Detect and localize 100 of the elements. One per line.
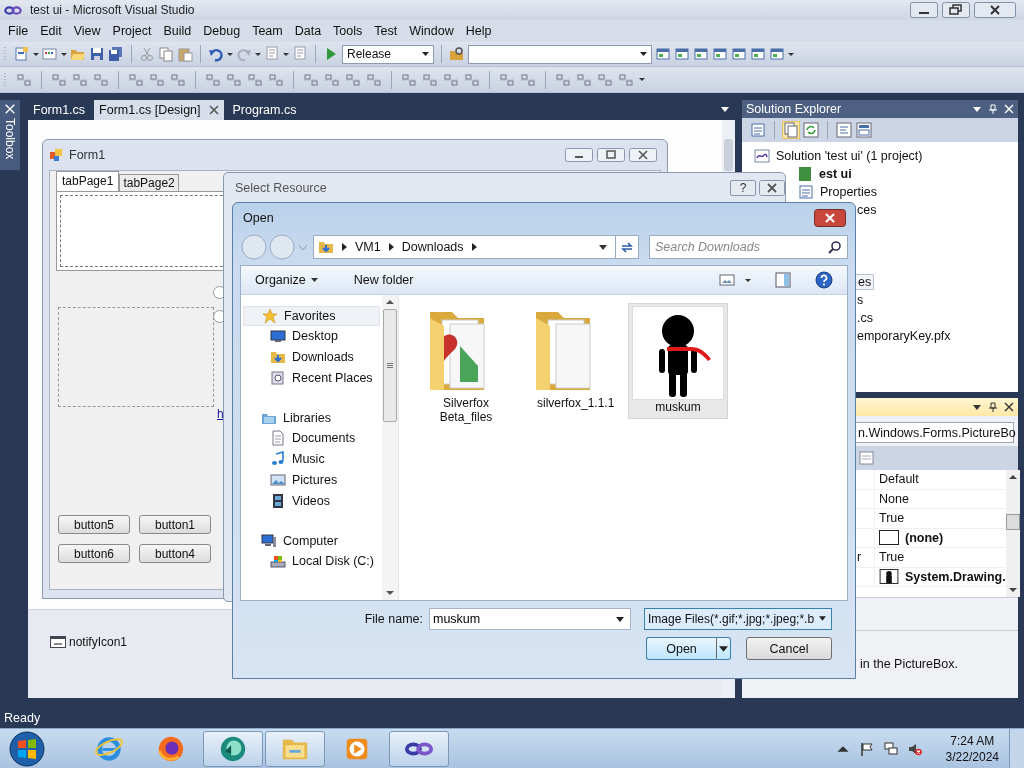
align-icon[interactable] xyxy=(345,71,361,88)
add-item-icon[interactable] xyxy=(42,46,58,62)
muted-speaker-icon[interactable] xyxy=(907,741,922,756)
paste-icon[interactable] xyxy=(177,46,193,62)
document-tab[interactable]: Program.cs xyxy=(227,100,302,120)
taskbar-button[interactable] xyxy=(389,730,449,767)
align-icon[interactable] xyxy=(366,71,382,88)
dropdown-button[interactable] xyxy=(716,637,731,660)
chevron-icon[interactable] xyxy=(388,243,394,251)
scrollbar[interactable] xyxy=(1005,470,1020,597)
dropdown-icon[interactable] xyxy=(972,402,982,412)
navigation-item[interactable]: Favorites xyxy=(243,306,380,326)
menu-item[interactable]: File xyxy=(2,22,35,40)
tool-window-icon[interactable] xyxy=(693,46,709,62)
menu-item[interactable]: Build xyxy=(157,22,198,40)
align-icon[interactable] xyxy=(226,71,242,88)
menu-item[interactable]: Tools xyxy=(327,22,369,40)
dropdown-icon[interactable] xyxy=(721,107,729,112)
align-icon[interactable] xyxy=(520,71,536,88)
save-all-icon[interactable] xyxy=(108,46,124,62)
help-icon[interactable] xyxy=(815,271,833,289)
navigation-item[interactable]: Local Disk (C:) xyxy=(241,551,382,571)
tree-item[interactable]: est ui xyxy=(817,167,854,181)
property-value[interactable]: None xyxy=(879,491,909,506)
search-icon[interactable] xyxy=(828,240,842,254)
close-button[interactable] xyxy=(814,209,846,227)
document-tab[interactable]: Form1.cs xyxy=(28,100,91,120)
caret-icon[interactable] xyxy=(639,78,645,81)
align-icon[interactable] xyxy=(72,71,88,88)
property-value[interactable]: System.Drawing. xyxy=(905,569,1006,584)
align-icon[interactable] xyxy=(128,71,144,88)
refresh-icon[interactable] xyxy=(803,122,819,138)
property-value[interactable]: True xyxy=(879,511,905,526)
navigation-item[interactable]: Music xyxy=(241,449,382,469)
menu-item[interactable]: Project xyxy=(106,22,158,40)
search-field[interactable]: Search Downloads xyxy=(649,235,848,259)
view-options-icon[interactable] xyxy=(719,272,735,288)
minimize-button[interactable] xyxy=(910,2,938,18)
view-designer-icon[interactable] xyxy=(856,122,872,138)
scroll-up-icon[interactable] xyxy=(1008,475,1017,479)
navigation-item[interactable]: Pictures xyxy=(241,470,382,490)
tree-item[interactable]: emporaryKey.pfx xyxy=(855,329,953,343)
copy-icon[interactable] xyxy=(158,46,174,62)
caret-icon[interactable] xyxy=(745,278,751,282)
tool-window-icon[interactable] xyxy=(674,46,690,62)
view-code-icon[interactable] xyxy=(836,122,852,138)
pin-icon[interactable] xyxy=(988,402,998,412)
start-button[interactable] xyxy=(9,730,45,767)
scroll-up-icon[interactable] xyxy=(386,300,394,304)
align-icon[interactable] xyxy=(464,71,480,88)
property-value[interactable]: True xyxy=(879,550,905,565)
maximize-button[interactable] xyxy=(597,148,625,162)
flag-icon[interactable] xyxy=(859,741,874,756)
save-icon[interactable] xyxy=(89,46,105,62)
toolbar-grip-icon[interactable] xyxy=(4,46,7,62)
restore-button[interactable] xyxy=(942,2,970,18)
scrollbar[interactable] xyxy=(382,295,398,600)
dropdown-icon[interactable] xyxy=(972,104,982,114)
form-button[interactable]: button4 xyxy=(139,544,211,563)
align-icon[interactable] xyxy=(247,71,263,88)
link-label[interactable]: h xyxy=(217,407,224,421)
tree-item[interactable]: ces xyxy=(855,203,879,217)
find-in-files-icon[interactable] xyxy=(449,46,465,62)
tree-item[interactable]: s xyxy=(855,293,866,307)
align-icon[interactable] xyxy=(499,71,515,88)
form-button[interactable]: button6 xyxy=(58,544,130,563)
navigation-item[interactable]: Libraries xyxy=(243,408,380,428)
new-project-icon[interactable] xyxy=(14,46,30,62)
show-desktop-button[interactable] xyxy=(1009,729,1024,768)
property-value[interactable]: Default xyxy=(879,472,919,487)
scroll-thumb[interactable] xyxy=(1005,514,1020,530)
caret-icon[interactable] xyxy=(788,52,794,56)
menu-item[interactable]: Team xyxy=(246,22,289,40)
cancel-button[interactable]: Cancel xyxy=(746,637,832,660)
close-icon[interactable] xyxy=(208,105,219,115)
align-icon[interactable] xyxy=(597,71,613,88)
preview-pane-icon[interactable] xyxy=(775,272,791,288)
tool-window-icon[interactable] xyxy=(655,46,671,62)
align-icon[interactable] xyxy=(51,71,67,88)
clock-time[interactable]: 7:24 AM xyxy=(950,732,995,749)
scroll-down-icon[interactable] xyxy=(1008,588,1017,592)
breadcrumb-item[interactable]: Downloads xyxy=(401,240,464,254)
align-icon[interactable] xyxy=(303,71,319,88)
tool-window-icon[interactable] xyxy=(769,46,785,62)
align-icon[interactable] xyxy=(618,71,634,88)
align-icon[interactable] xyxy=(16,71,32,88)
breadcrumb-item[interactable]: VM1 xyxy=(355,240,381,254)
document-tab[interactable]: Form1.cs [Design] xyxy=(94,100,224,120)
form-button[interactable]: button1 xyxy=(139,515,211,534)
navigation-item[interactable]: Documents xyxy=(241,428,382,448)
forward-button[interactable] xyxy=(269,234,295,260)
caret-icon[interactable] xyxy=(255,52,261,56)
align-icon[interactable] xyxy=(576,71,592,88)
close-button[interactable] xyxy=(759,180,785,196)
tool-window-icon[interactable] xyxy=(750,46,766,62)
configuration-dropdown[interactable]: Release xyxy=(342,44,434,64)
menu-item[interactable]: Test xyxy=(368,22,404,40)
menu-item[interactable]: View xyxy=(67,22,107,40)
organize-button[interactable]: Organize xyxy=(251,271,322,289)
properties-icon[interactable] xyxy=(750,122,766,138)
